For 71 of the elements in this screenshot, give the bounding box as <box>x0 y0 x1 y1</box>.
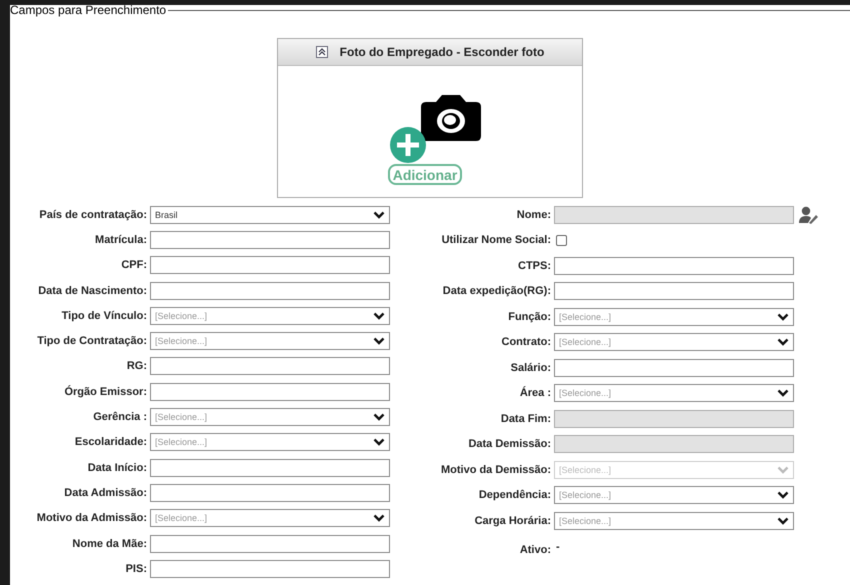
chevron-down-icon[interactable] <box>373 514 385 522</box>
field-label: País de contratação: <box>38 208 147 221</box>
chevron-down-icon[interactable] <box>373 312 385 320</box>
field-label: Utilizar Nome Social: <box>440 234 551 246</box>
field-label: Escolaridade: <box>74 436 147 448</box>
chevron-down-icon[interactable] <box>373 210 385 219</box>
field-label: Data Admissão: <box>63 486 147 499</box>
text-field[interactable] <box>150 256 390 274</box>
field-label: CTPS: <box>517 260 551 272</box>
select-field[interactable]: [Selecione...] <box>554 384 794 402</box>
select-field[interactable]: [Selecione...] <box>150 509 390 528</box>
field-label: Função: <box>507 310 551 323</box>
text-field[interactable] <box>150 382 390 401</box>
field-label: Data Fim: <box>500 412 551 425</box>
text-field[interactable] <box>150 230 390 249</box>
field-label: PIS: <box>124 562 147 575</box>
field-label: Data Início: <box>86 462 147 474</box>
chevron-down-icon[interactable] <box>373 438 385 446</box>
select-field[interactable]: [Selecione...] <box>150 332 390 350</box>
camera-icon <box>420 94 482 142</box>
text-field[interactable] <box>150 458 390 477</box>
field-label: Motivo da Demissão: <box>440 464 551 476</box>
field-label: Salário: <box>510 362 551 374</box>
text-field[interactable] <box>150 357 390 376</box>
field-label: CPF: <box>120 259 147 272</box>
field-label: Gerência : <box>92 411 147 424</box>
chevron-down-icon[interactable] <box>373 413 385 422</box>
add-photo-button[interactable]: Adicionar <box>388 164 462 185</box>
text-field[interactable] <box>150 534 390 552</box>
text-field[interactable] <box>150 282 390 300</box>
text-field[interactable] <box>554 282 794 300</box>
chevron-down-icon[interactable] <box>373 337 385 346</box>
field-label: Data de Nascimento: <box>37 284 147 297</box>
text-field[interactable] <box>554 358 794 377</box>
field-label: Tipo de Contratação: <box>36 335 147 348</box>
field-label: Ativo: <box>518 544 551 556</box>
text-field[interactable] <box>150 560 390 578</box>
field-label: Nome da Mãe: <box>71 538 147 550</box>
field-label: Nome: <box>516 208 551 221</box>
field-label: Contrato: <box>500 336 551 348</box>
collapse-icon[interactable] <box>316 46 328 58</box>
chevron-down-icon[interactable] <box>777 389 789 398</box>
select-field[interactable]: [Selecione...] <box>150 433 390 452</box>
field-label: Data Demissão: <box>467 438 551 450</box>
checkbox[interactable] <box>556 234 567 246</box>
select-field[interactable]: [Selecione...] <box>554 512 794 530</box>
field-label: Dependência: <box>478 489 551 502</box>
field-label: Motivo da Admissão: <box>36 512 147 524</box>
text-field[interactable] <box>554 256 794 275</box>
field-label: Tipo de Vínculo: <box>60 310 147 322</box>
chevron-down-icon[interactable] <box>777 516 789 525</box>
fieldset-legend: Campos para Preenchimento <box>10 5 168 17</box>
chevron-down-icon[interactable] <box>777 338 789 346</box>
field-label: Data expedição(RG): <box>442 285 551 298</box>
select-field[interactable]: [Selecione...] <box>554 486 794 504</box>
select-field[interactable]: Brasil <box>150 206 390 224</box>
field-label: Órgão Emissor: <box>63 386 147 398</box>
select-field[interactable]: [Selecione...] <box>554 308 794 326</box>
field-label: Área : <box>518 387 551 400</box>
add-icon[interactable] <box>390 127 426 163</box>
text-field[interactable] <box>150 484 390 502</box>
field-value: - <box>556 540 560 554</box>
field-label: Carga Horária: <box>474 514 551 527</box>
chevron-down-icon[interactable] <box>777 312 789 321</box>
field-label: Matrícula: <box>94 234 147 246</box>
chevron-down-icon[interactable] <box>777 491 789 500</box>
select-field[interactable]: [Selecione...] <box>150 408 390 426</box>
select-field[interactable]: [Selecione...] <box>554 333 794 352</box>
field-label: RG: <box>126 360 147 372</box>
select-field[interactable]: [Selecione...] <box>150 306 390 325</box>
panel-title[interactable]: Foto do Empregado - Esconder foto <box>340 45 544 59</box>
